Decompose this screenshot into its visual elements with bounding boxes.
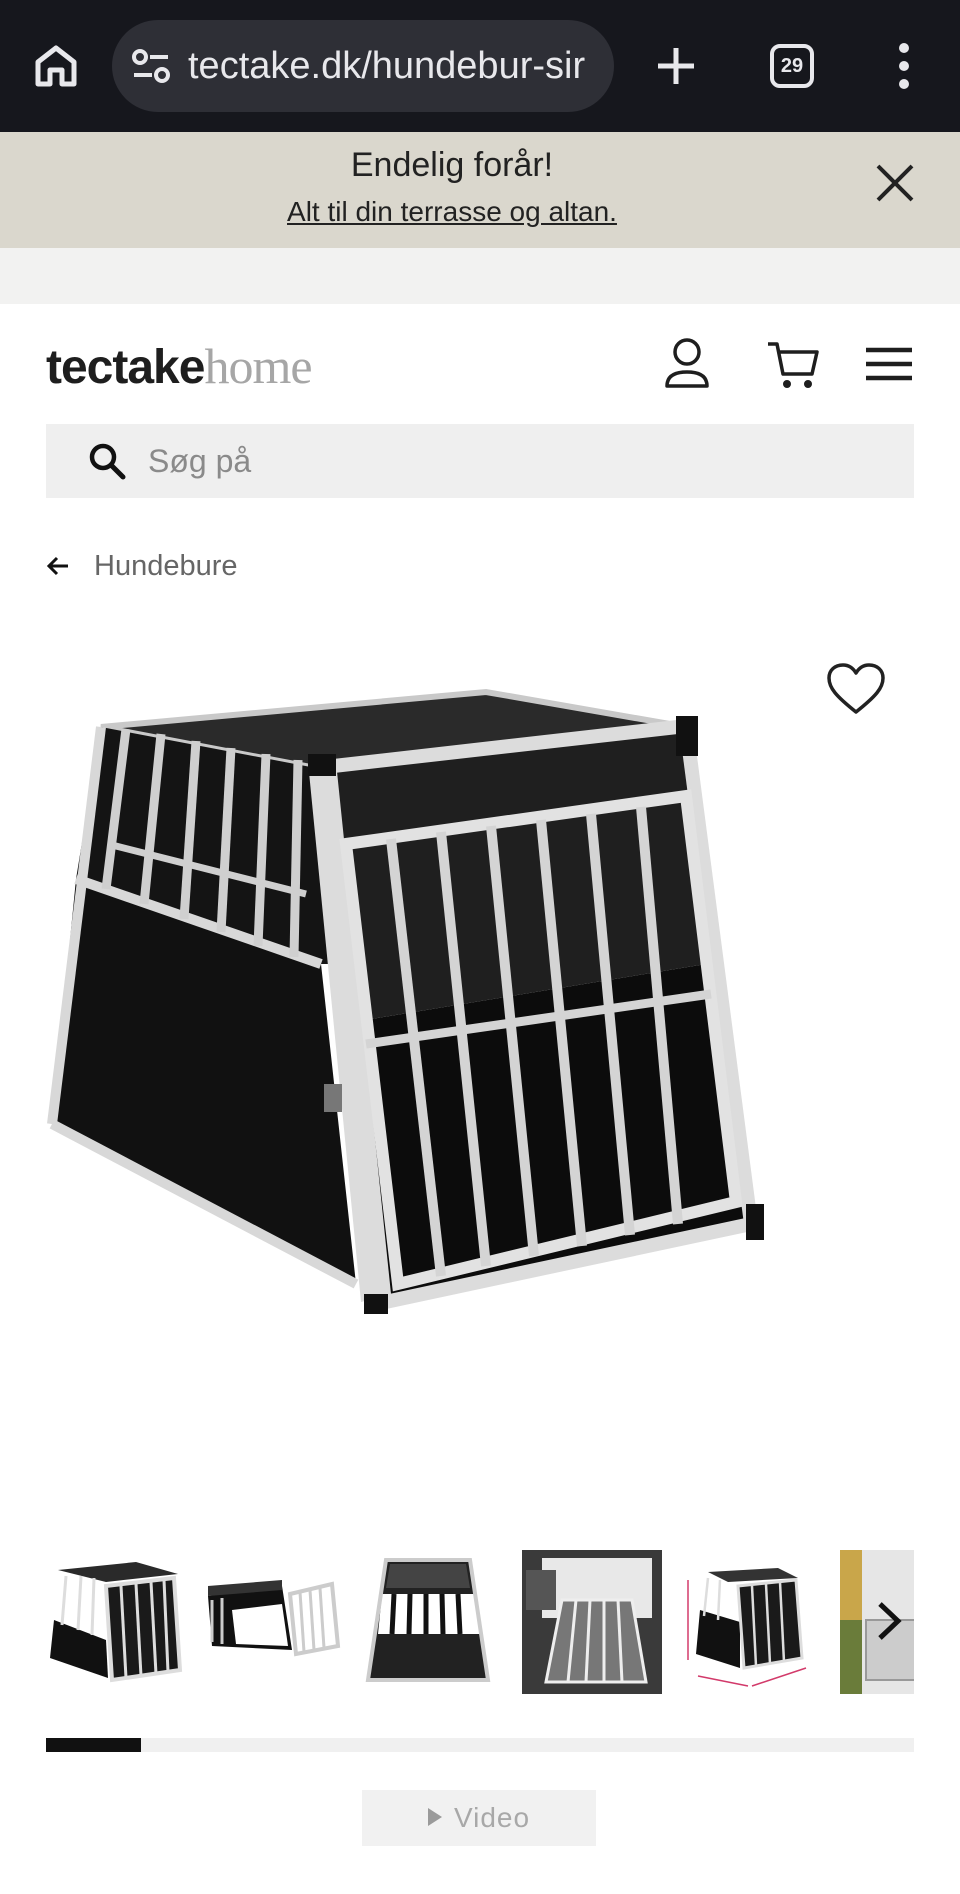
- heart-icon[interactable]: [826, 662, 886, 716]
- user-icon[interactable]: [664, 336, 710, 392]
- gallery-progress-fill: [46, 1738, 142, 1752]
- tab-switcher-icon[interactable]: 29: [770, 44, 814, 88]
- divider-strip: [0, 248, 960, 304]
- more-options-icon[interactable]: [884, 40, 924, 92]
- product-image[interactable]: [46, 664, 914, 1484]
- cart-icon[interactable]: [766, 336, 820, 392]
- url-text[interactable]: tectake.dk/hundebur-sir: [188, 40, 585, 92]
- browser-toolbar: tectake.dk/hundebur-sir 29: [0, 0, 960, 132]
- promo-banner: Endelig forår! Alt til din terrasse og a…: [0, 132, 960, 248]
- thumbnail-2[interactable]: [202, 1550, 342, 1694]
- search-input[interactable]: [148, 434, 888, 488]
- promo-title: Endelig forår!: [350, 146, 554, 184]
- menu-icon[interactable]: [864, 336, 914, 392]
- crate-back-thumbnail-image: [358, 1550, 498, 1694]
- promo-link[interactable]: Alt til din terrasse og altan.: [0, 196, 904, 228]
- breadcrumb-label[interactable]: Hundebure: [94, 546, 238, 586]
- gallery-progress-bar: [46, 1738, 914, 1752]
- new-tab-icon[interactable]: [650, 40, 702, 92]
- crate-open-thumbnail-image: [202, 1550, 342, 1694]
- crate-thumbnail-image: [46, 1550, 186, 1694]
- search-bar: [46, 424, 914, 498]
- site-logo[interactable]: tectakehome: [46, 336, 313, 398]
- thumbnail-3[interactable]: [358, 1550, 498, 1694]
- crate-in-car-thumbnail-image: [522, 1550, 662, 1694]
- chevron-right-icon[interactable]: [868, 1596, 908, 1646]
- video-button[interactable]: Video: [362, 1790, 596, 1846]
- address-bar[interactable]: tectake.dk/hundebur-sir: [112, 20, 614, 112]
- video-label: Video: [453, 1802, 531, 1833]
- arrow-left-icon[interactable]: [46, 554, 70, 578]
- thumbnail-1[interactable]: [46, 1550, 186, 1694]
- thumbnail-5[interactable]: [678, 1550, 818, 1694]
- search-icon[interactable]: [88, 442, 126, 480]
- thumbnail-4[interactable]: [522, 1550, 662, 1694]
- home-icon[interactable]: [30, 40, 82, 92]
- crate-dimensions-thumbnail-image: [678, 1550, 818, 1694]
- play-icon: [427, 1808, 442, 1826]
- close-icon[interactable]: [874, 162, 916, 204]
- thumbnail-strip: [46, 1550, 914, 1694]
- site-settings-icon[interactable]: [130, 46, 172, 86]
